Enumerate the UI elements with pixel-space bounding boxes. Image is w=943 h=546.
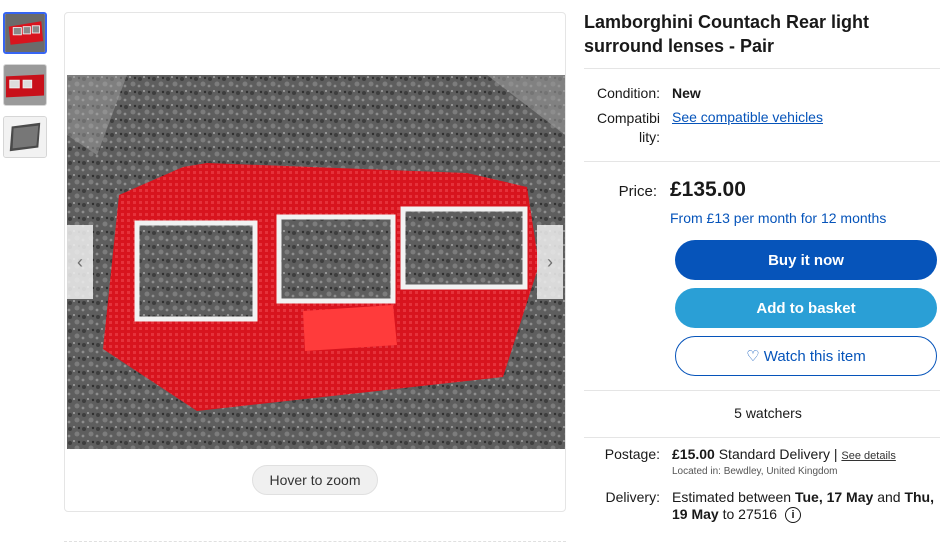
info-icon[interactable]: i — [784, 507, 801, 524]
condition-value: New — [672, 85, 701, 101]
watch-button-label: Watch this item — [763, 347, 866, 365]
condition-row: Condition: New — [584, 85, 940, 101]
thumbnail-image — [4, 117, 46, 157]
see-details-link[interactable]: See details — [841, 450, 895, 462]
condition-label: Condition: — [596, 85, 660, 101]
divider — [64, 541, 566, 542]
separator: | — [833, 446, 838, 462]
buy-it-now-button[interactable]: Buy it now — [675, 240, 937, 280]
image-gallery: ‹ › Hover to zoom — [64, 12, 566, 512]
thumbnail-image — [4, 65, 46, 105]
watchers-count: 5 watchers — [734, 405, 802, 421]
thumbnail-strip — [3, 12, 47, 168]
postage-price: £15.00 — [672, 446, 715, 462]
finance-offer-link[interactable]: From £13 per month for 12 months — [670, 210, 940, 226]
price-label: Price: — [618, 183, 657, 200]
watch-item-button[interactable]: ♡ Watch this item — [675, 336, 937, 376]
heart-icon: ♡ — [746, 348, 760, 365]
next-image-button[interactable]: › — [537, 225, 563, 299]
main-product-image[interactable] — [67, 75, 565, 449]
listing-title: Lamborghini Countach Rear light surround… — [584, 12, 870, 56]
thumbnail-2[interactable] — [3, 64, 47, 106]
thumbnail-3[interactable] — [3, 116, 47, 158]
item-location: Located in: Bewdley, United Kingdom — [672, 466, 838, 477]
divider — [584, 161, 940, 162]
previous-image-button[interactable]: ‹ — [67, 225, 93, 299]
delivery-start-date: Tue, 17 May — [794, 489, 874, 505]
divider — [584, 437, 940, 438]
postage-row: Postage: £15.00 Standard Delivery | See … — [584, 446, 940, 477]
compatibility-row: Compatibi lity: See compatible vehicles — [584, 109, 940, 147]
add-to-basket-button[interactable]: Add to basket — [675, 288, 937, 328]
thumbnail-image — [5, 14, 45, 52]
hover-to-zoom-hint: Hover to zoom — [252, 465, 378, 495]
postage-type: Standard Delivery — [718, 446, 830, 462]
delivery-label: Delivery: — [605, 489, 660, 505]
delivery-estimate: Estimated between Tue, 17 May and Thu, 1… — [672, 489, 934, 524]
postage-label: Postage: — [604, 446, 660, 462]
chevron-right-icon: › — [547, 251, 553, 272]
divider — [584, 68, 940, 69]
price-value: £135.00 — [670, 178, 746, 201]
compatibility-label: Compatibi lity: — [596, 110, 660, 145]
product-photo — [67, 75, 565, 449]
thumbnail-1[interactable] — [3, 12, 47, 54]
price-row: Price: £135.00 — [584, 178, 940, 202]
listing-info-panel: Lamborghini Countach Rear light surround… — [584, 10, 940, 524]
delivery-and: and — [877, 489, 901, 505]
delivery-row: Delivery: Estimated between Tue, 17 May … — [584, 489, 940, 524]
see-compatible-vehicles-link[interactable]: See compatible vehicles — [672, 109, 823, 147]
delivery-postcode: to 27516 — [722, 506, 778, 522]
delivery-text: Estimated between — [672, 489, 792, 505]
chevron-left-icon: ‹ — [77, 251, 83, 272]
divider — [584, 390, 940, 391]
